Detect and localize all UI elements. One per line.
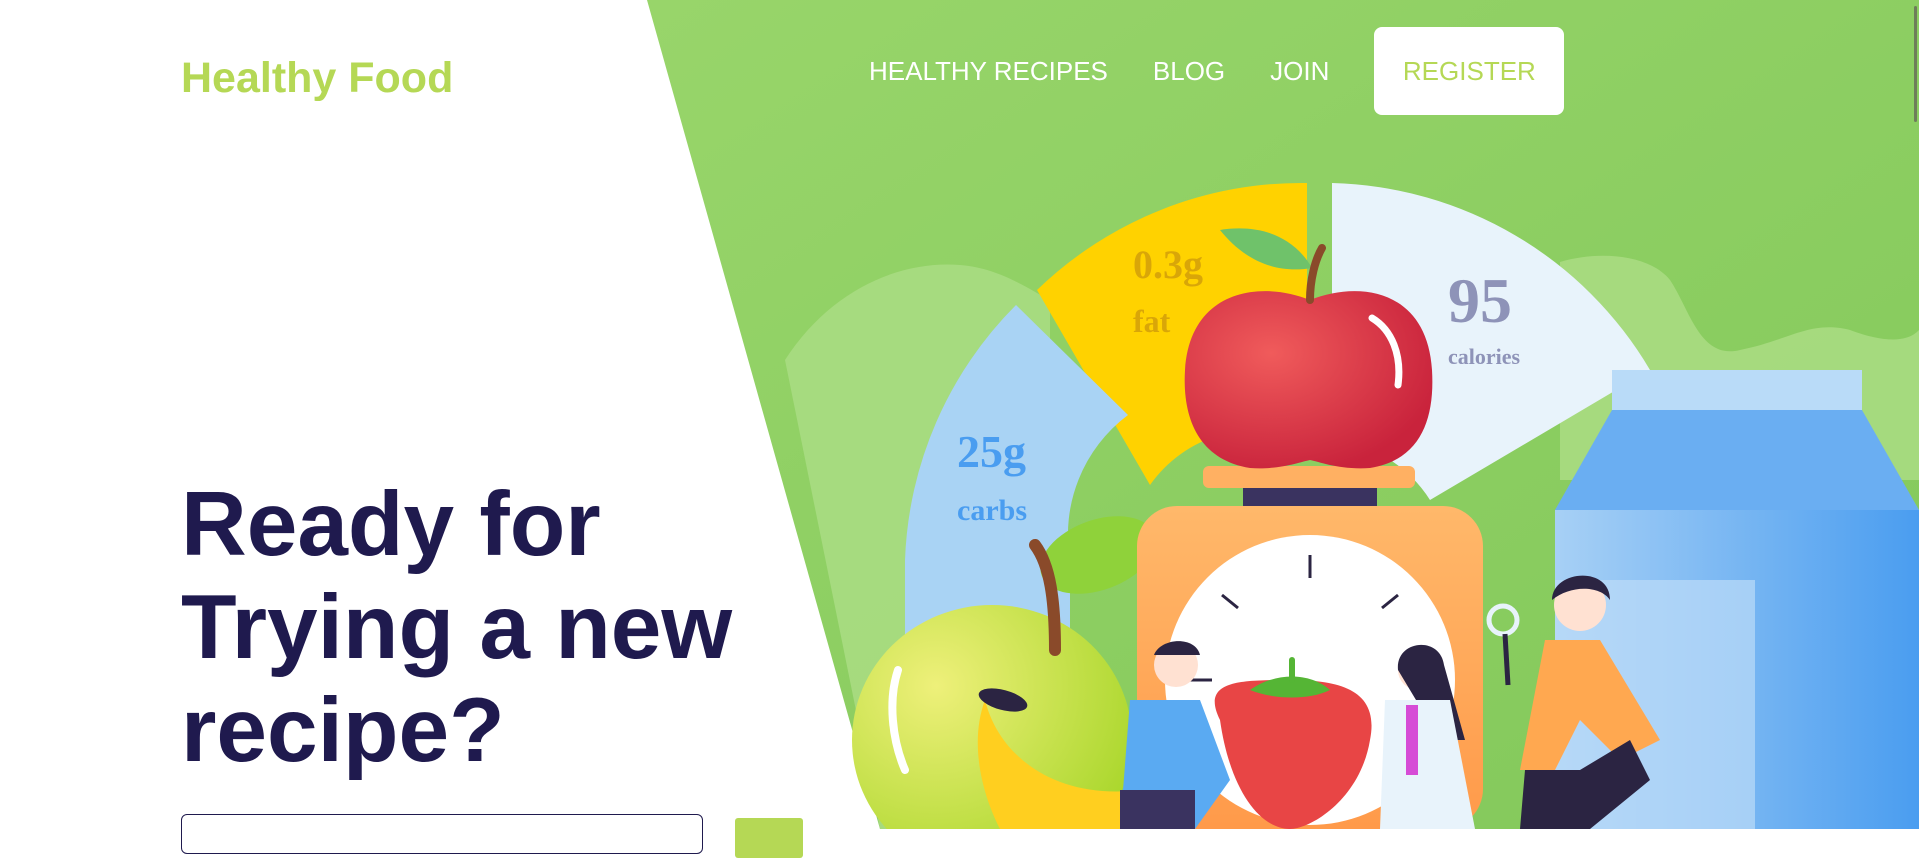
fat-label: fat [1133, 303, 1171, 339]
nav-link-join[interactable]: JOIN [1270, 56, 1329, 87]
calories-label: calories [1448, 344, 1521, 369]
hero-headline: Ready for Trying a new recipe? [181, 473, 801, 782]
scrollbar-thumb[interactable] [1914, 6, 1917, 122]
calories-value: 95 [1448, 265, 1512, 336]
register-button[interactable]: REGISTER [1374, 27, 1565, 115]
brand-logo[interactable]: Healthy Food [181, 54, 453, 103]
nav-link-blog[interactable]: BLOG [1153, 56, 1225, 87]
headline-line-2: Trying a new [181, 577, 733, 678]
search-button[interactable] [735, 818, 803, 858]
carbs-value: 25g [957, 426, 1026, 477]
headline-line-1: Ready for [181, 474, 601, 575]
main-nav: HEALTHY RECIPES BLOG JOIN REGISTER [869, 27, 1565, 115]
nav-link-healthy-recipes[interactable]: HEALTHY RECIPES [869, 56, 1108, 87]
carbs-label: carbs [957, 494, 1027, 527]
fat-value: 0.3g [1133, 242, 1203, 287]
search-input[interactable] [181, 814, 703, 854]
headline-line-3: recipe? [181, 680, 505, 781]
